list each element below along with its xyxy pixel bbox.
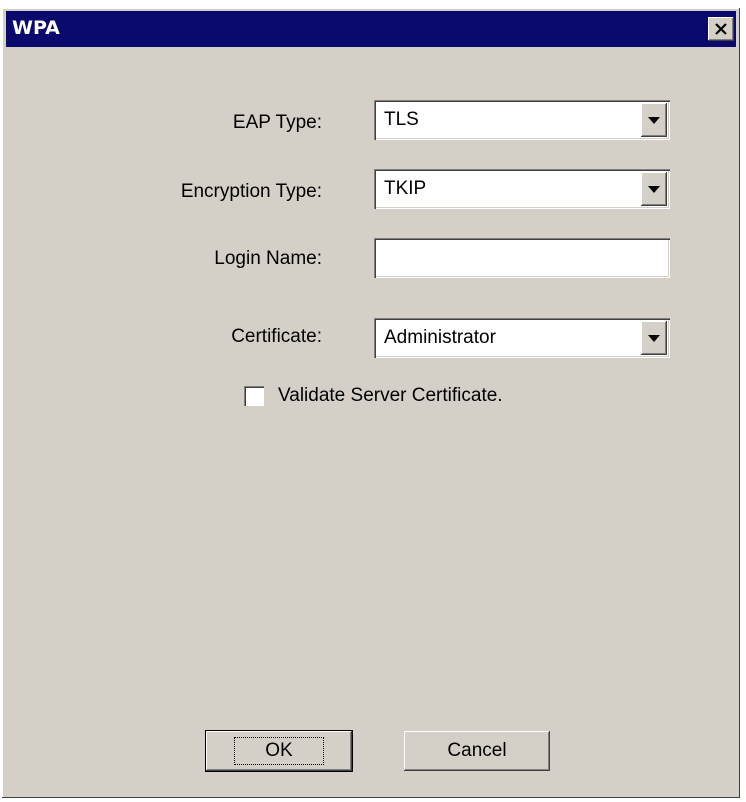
certificate-label: Certificate: [231,326,322,347]
title-bar[interactable]: WPA [6,11,736,47]
close-button[interactable] [708,17,734,41]
window-title: WPA [12,17,60,39]
encryption-type-value: TKIP [384,178,427,199]
eap-type-dropdown-button[interactable] [641,103,667,137]
chevron-down-icon [648,185,660,193]
chevron-down-icon [648,116,660,124]
encryption-type-select[interactable]: TKIP [374,169,670,209]
chevron-down-icon [648,334,660,342]
eap-type-select[interactable]: TLS [374,100,670,140]
login-name-label: Login Name: [214,248,322,269]
wpa-dialog: WPA EAP Type: TLS Encryption Type: TKIP … [2,8,740,798]
cancel-button-label: Cancel [447,740,507,761]
certificate-dropdown-button[interactable] [641,321,667,355]
login-name-input[interactable] [374,238,670,278]
cancel-button[interactable]: Cancel [404,731,550,771]
validate-server-certificate-label[interactable]: Validate Server Certificate. [278,385,503,407]
eap-type-label: EAP Type: [232,112,322,133]
close-icon [715,23,727,35]
encryption-type-dropdown-button[interactable] [641,172,667,206]
ok-button[interactable]: OK [205,730,353,772]
ok-button-label: OK [234,737,324,765]
validate-server-certificate-checkbox[interactable] [244,386,264,406]
encryption-type-label: Encryption Type: [180,181,322,202]
certificate-select[interactable]: Administrator [374,318,670,358]
certificate-value: Administrator [384,327,496,348]
eap-type-value: TLS [384,109,419,130]
